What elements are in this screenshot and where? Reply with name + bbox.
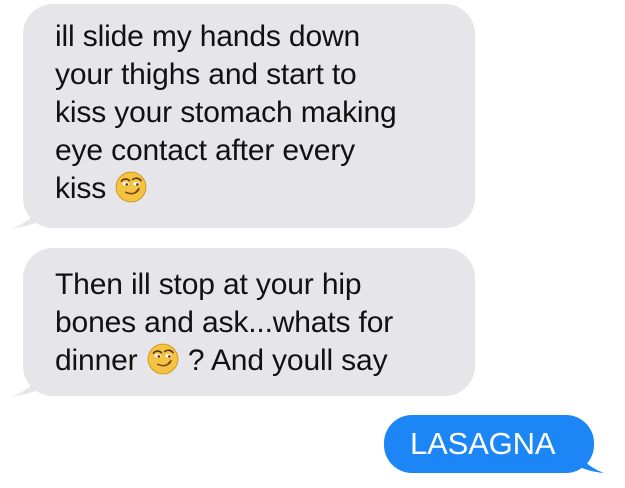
- message-text-line: bones and ask...whats for: [55, 306, 394, 339]
- message-text-after-emoji: ? And youll say: [187, 344, 388, 377]
- message-text-line: dinner: [55, 344, 138, 377]
- sent-message-bubble[interactable]: LASAGNA: [384, 415, 604, 473]
- message-thread: ill slide my hands down your thighs and …: [0, 0, 625, 488]
- message-text-line: your thighs and start to: [55, 58, 357, 91]
- message-last-line: kiss: [55, 170, 451, 208]
- message-text-line: LASAGNA: [410, 426, 556, 461]
- smirking-face-emoji-icon: [115, 171, 147, 203]
- message-text-line: kiss: [55, 172, 107, 205]
- bubble-tail-icon: [13, 368, 41, 396]
- message-text-line: eye contact after every: [55, 134, 356, 167]
- message-text-line: ill slide my hands down: [55, 20, 361, 53]
- smirking-face-emoji-icon: [147, 343, 179, 375]
- received-message-bubble[interactable]: ill slide my hands down your thighs and …: [13, 4, 475, 228]
- bubble-tail-icon: [13, 200, 41, 228]
- received-message-bubble[interactable]: Then ill stop at your hip bones and ask.…: [13, 248, 475, 396]
- bubble-tail-icon: [576, 445, 604, 473]
- message-text-line: kiss your stomach making: [55, 96, 397, 129]
- message-last-line: dinner ? And youll say: [55, 342, 451, 380]
- message-text-line: Then ill stop at your hip: [55, 268, 362, 301]
